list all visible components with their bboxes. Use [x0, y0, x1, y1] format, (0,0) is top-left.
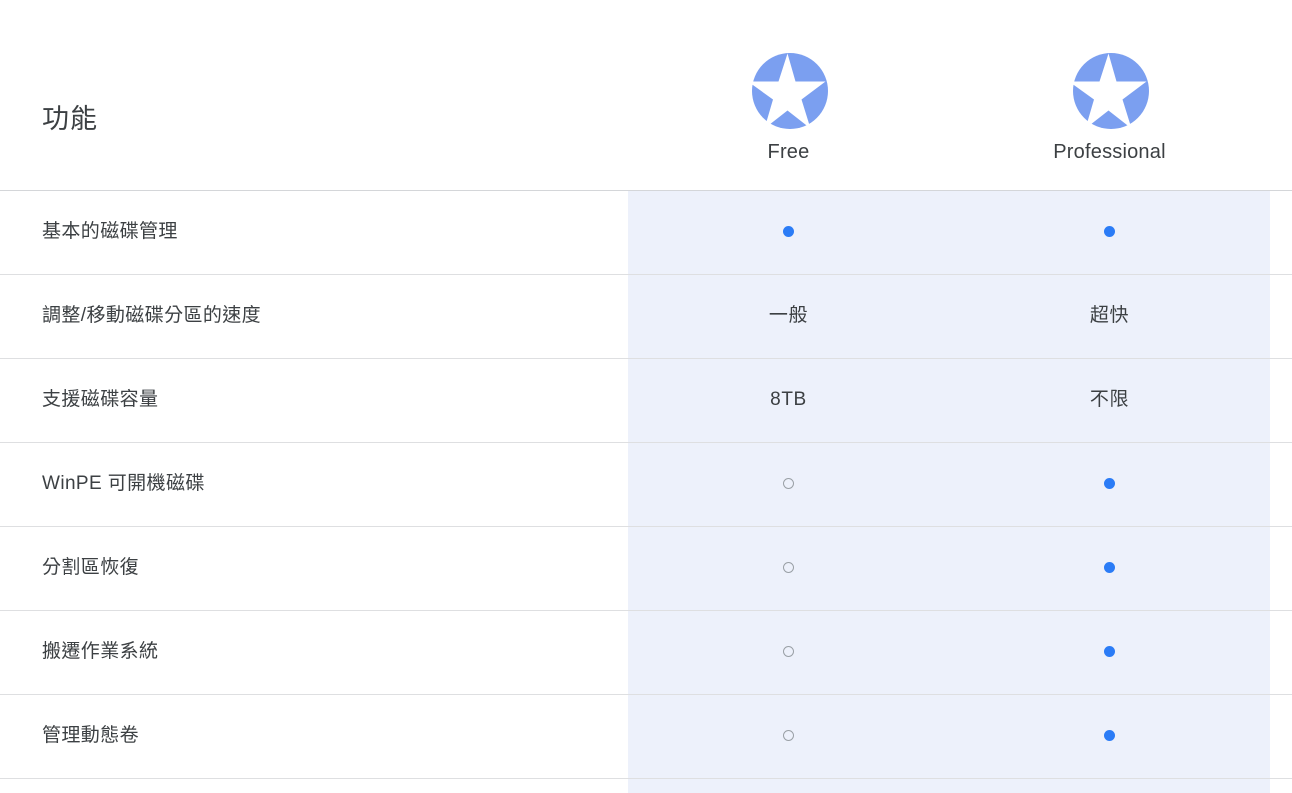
partial-cell [1270, 777, 1292, 793]
row-spacer [1270, 693, 1292, 778]
cell-free [628, 609, 949, 694]
included-dot-icon [1104, 730, 1115, 742]
plan-header-free: Free [628, 0, 949, 190]
cell-free: 8TB [628, 357, 949, 442]
cell-professional [949, 693, 1270, 778]
cell-value-text: 超快 [1089, 305, 1130, 326]
header-spacer [1270, 0, 1292, 190]
feature-name-cell: 調整/移動磁碟分區的速度 [0, 273, 628, 358]
feature-name-cell: 分割區恢復 [0, 525, 628, 610]
feature-name-cell: WinPE 可開機磁碟 [0, 441, 628, 526]
partial-cell [949, 777, 1270, 793]
star-badge-icon [1068, 52, 1149, 129]
partial-cell [0, 777, 628, 793]
table-row: 調整/移動磁碟分區的速度 一般 超快 [0, 273, 1292, 358]
feature-comparison-table: 功能 Free Professional 基本的磁碟管理 調整/移動磁碟分區的速… [0, 0, 1292, 793]
cell-free: 一般 [628, 273, 949, 358]
row-spacer [1270, 609, 1292, 694]
table-row: 搬遷作業系統 [0, 609, 1292, 694]
not-included-circle-icon [783, 646, 794, 658]
feature-name-cell: 搬遷作業系統 [0, 609, 628, 694]
row-spacer [1270, 273, 1292, 358]
cell-professional [949, 609, 1270, 694]
included-dot-icon [1104, 226, 1115, 238]
partial-cell [628, 777, 949, 793]
table-row-partial [0, 777, 1292, 793]
row-spacer [1270, 525, 1292, 610]
table-row: 分割區恢復 [0, 525, 1292, 610]
not-included-circle-icon [783, 730, 794, 742]
table-body: 基本的磁碟管理 調整/移動磁碟分區的速度 一般 超快支援磁碟容量 8TB 不限 WinPE … [0, 189, 1292, 793]
plan-header-professional: Professional [949, 0, 1270, 190]
cell-professional: 不限 [949, 357, 1270, 442]
included-dot-icon [1104, 646, 1115, 658]
row-spacer [1270, 189, 1292, 274]
feature-name-cell: 基本的磁碟管理 [0, 189, 628, 274]
row-spacer [1270, 441, 1292, 526]
cell-free [628, 441, 949, 526]
included-dot-icon [783, 226, 794, 238]
cell-professional [949, 441, 1270, 526]
not-included-circle-icon [783, 478, 794, 490]
cell-professional: 超快 [949, 273, 1270, 358]
header-row: 功能 Free Professional [0, 0, 1292, 190]
comparison-table: 功能 Free Professional 基本的磁碟管理 調整/移動磁碟分區的速… [0, 0, 1292, 793]
cell-value-text: 一般 [768, 305, 809, 326]
feature-column-title: 功能 [42, 104, 98, 135]
row-spacer [1270, 357, 1292, 442]
plan-name-label: Free [767, 140, 810, 163]
cell-value-text: 8TB [770, 389, 807, 410]
feature-name-cell: 管理動態卷 [0, 693, 628, 778]
plan-name-label: Professional [1053, 140, 1166, 163]
table-row: 支援磁碟容量 8TB 不限 [0, 357, 1292, 442]
table-header: 功能 Free Professional [0, 0, 1292, 190]
cell-free [628, 525, 949, 610]
cell-value-text: 不限 [1089, 389, 1130, 410]
cell-free [628, 189, 949, 274]
included-dot-icon [1104, 478, 1115, 490]
cell-professional [949, 525, 1270, 610]
table-row: 基本的磁碟管理 [0, 189, 1292, 274]
table-row: 管理動態卷 [0, 693, 1292, 778]
star-badge-icon [747, 52, 828, 129]
not-included-circle-icon [783, 562, 794, 574]
cell-free [628, 693, 949, 778]
cell-professional [949, 189, 1270, 274]
feature-name-cell: 支援磁碟容量 [0, 357, 628, 442]
included-dot-icon [1104, 562, 1115, 574]
table-row: WinPE 可開機磁碟 [0, 441, 1292, 526]
